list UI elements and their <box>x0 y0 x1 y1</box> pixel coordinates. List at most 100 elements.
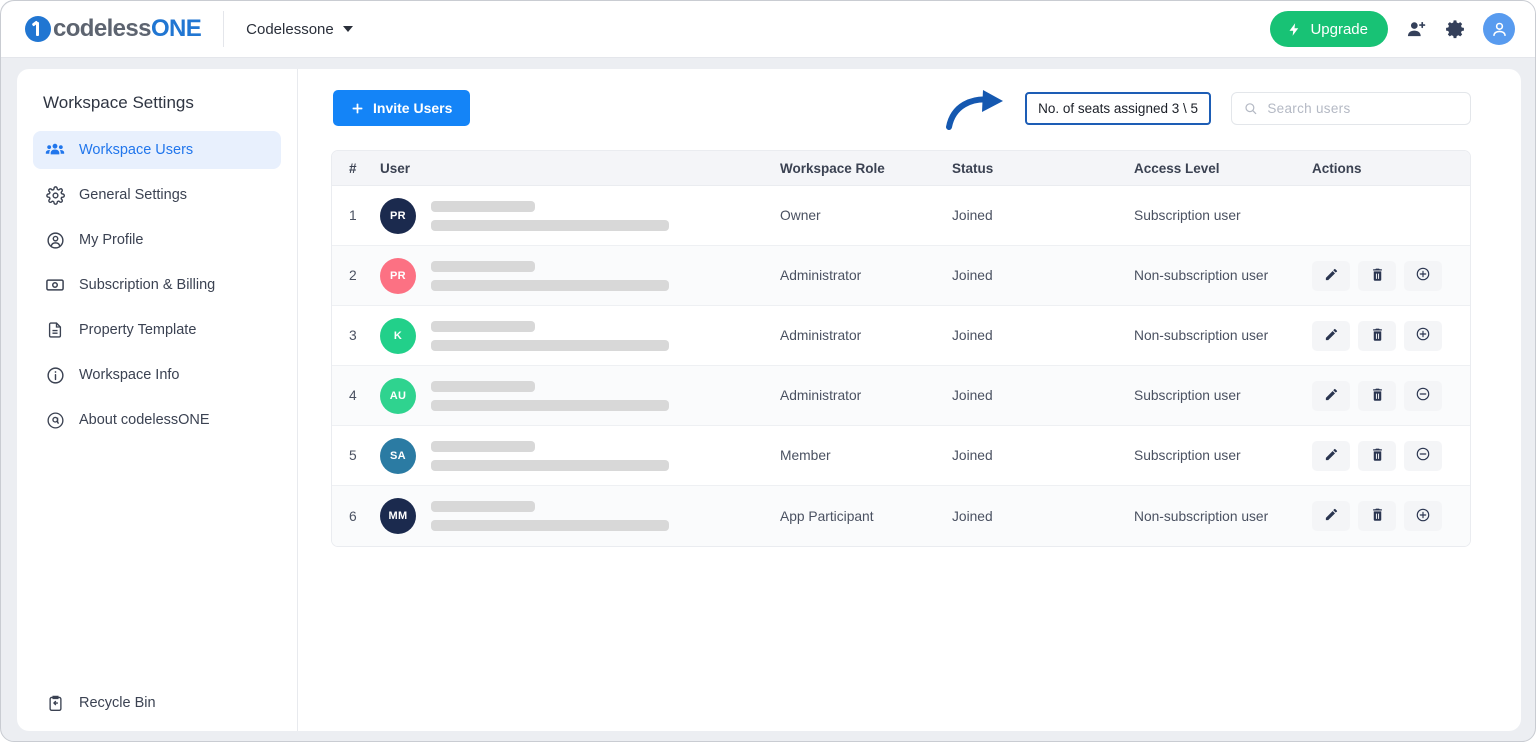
column-header-actions: Actions <box>1312 160 1362 176</box>
delete-button[interactable] <box>1358 440 1396 471</box>
delete-icon <box>1370 267 1385 285</box>
table-row[interactable]: 3 K Administrator Joined Non-subscriptio… <box>332 306 1470 366</box>
seats-assigned-label: No. of seats assigned 3 \ 5 <box>1038 100 1198 116</box>
table-row[interactable]: 5 SA Member Joined Subscription user <box>332 426 1470 486</box>
settings-icon-button[interactable] <box>1445 19 1465 39</box>
minus-circle-button[interactable] <box>1404 440 1442 471</box>
sidebar-title: Workspace Settings <box>43 93 194 112</box>
plus-circle-button[interactable] <box>1404 260 1442 291</box>
info-circle-icon <box>45 365 65 385</box>
edit-icon <box>1324 447 1339 465</box>
row-index: 2 <box>349 268 357 283</box>
top-navigation-bar: codelessONE Codelessone Upgrade <box>1 1 1535 58</box>
row-access-level: Non-subscription user <box>1134 268 1269 283</box>
row-user-cell: PR <box>380 257 780 294</box>
redacted-user-info <box>431 440 669 471</box>
row-status: Joined <box>952 208 993 223</box>
row-user-cell: SA <box>380 437 780 474</box>
avatar: K <box>380 317 416 354</box>
sidebar-item-property-template[interactable]: Property Template <box>33 311 281 349</box>
edit-button[interactable] <box>1312 440 1350 471</box>
row-access-level: Subscription user <box>1134 388 1241 403</box>
row-status: Joined <box>952 508 993 524</box>
workspace-name: Codelessone <box>246 20 334 38</box>
sidebar-item-my-profile[interactable]: My Profile <box>33 221 281 259</box>
delete-icon <box>1370 387 1385 405</box>
delete-icon <box>1370 327 1385 345</box>
row-actions <box>1312 380 1470 411</box>
sidebar-item-label: Property Template <box>79 322 197 338</box>
edit-icon <box>1324 267 1339 285</box>
delete-button[interactable] <box>1358 501 1396 531</box>
search-users-box[interactable] <box>1231 91 1471 125</box>
edit-button[interactable] <box>1312 260 1350 291</box>
row-user-cell: MM <box>380 498 780 534</box>
upgrade-button[interactable]: Upgrade <box>1270 11 1388 47</box>
chevron-down-icon <box>342 26 353 32</box>
table-row[interactable]: 4 AU Administrator Joined Subscription u… <box>332 366 1470 426</box>
delete-button[interactable] <box>1358 380 1396 411</box>
table-row[interactable]: 2 PR Administrator Joined Non-subscripti… <box>332 246 1470 306</box>
toolbar-right-group: No. of seats assigned 3 \ 5 <box>946 89 1471 130</box>
minus-circle-button[interactable] <box>1404 380 1442 411</box>
avatar: PR <box>380 257 416 294</box>
sidebar-item-general-settings[interactable]: General Settings <box>33 176 281 214</box>
sidebar-item-label: My Profile <box>79 232 144 248</box>
profile-avatar-button[interactable] <box>1483 13 1515 45</box>
row-status: Joined <box>952 388 993 403</box>
column-header-index: # <box>349 160 357 176</box>
avatar: PR <box>380 197 416 234</box>
row-access-level: Subscription user <box>1134 208 1241 223</box>
app-window: codelessONE Codelessone Upgrade Workspac… <box>0 0 1536 742</box>
delete-button[interactable] <box>1358 320 1396 351</box>
redacted-email-bar <box>431 219 669 231</box>
table-row[interactable]: 6 MM App Participant Joined Non-subscrip… <box>332 486 1470 546</box>
sidebar-item-workspace-info[interactable]: Workspace Info <box>33 356 281 394</box>
redacted-name-bar <box>431 501 535 512</box>
search-icon <box>1245 102 1257 114</box>
sidebar-item-label: About codelessONE <box>79 412 210 428</box>
delete-button[interactable] <box>1358 260 1396 291</box>
row-workspace-role: Administrator <box>780 388 862 403</box>
user-circle-icon <box>45 230 65 250</box>
sidebar-item-subscription-billing[interactable]: Subscription & Billing <box>33 266 281 304</box>
sidebar-item-label: Workspace Info <box>79 367 180 383</box>
table-row[interactable]: 1 PR Owner Joined Subscription user <box>332 186 1470 246</box>
seats-assigned-badge: No. of seats assigned 3 \ 5 <box>1025 91 1211 125</box>
plus-circle-icon <box>1415 507 1431 526</box>
minus-circle-icon <box>1415 446 1431 465</box>
redacted-name-bar <box>431 380 535 392</box>
sidebar-item-recycle-bin[interactable]: Recycle Bin <box>33 693 156 713</box>
minus-circle-icon <box>1415 386 1431 405</box>
plus-circle-icon <box>1415 326 1431 345</box>
plus-circle-button[interactable] <box>1404 320 1442 351</box>
sidebar-item-label: Workspace Users <box>79 142 194 158</box>
gear-icon <box>45 185 65 205</box>
column-header-role: Workspace Role <box>780 160 885 176</box>
main-content: Invite Users No. of seats assigned 3 \ 5 <box>298 69 1521 731</box>
row-actions <box>1312 501 1470 531</box>
invite-users-button[interactable]: Invite Users <box>333 90 471 126</box>
add-user-icon-button[interactable] <box>1406 19 1427 40</box>
sidebar-item-about-codelessone[interactable]: About codelessONE <box>33 401 281 439</box>
redacted-user-info <box>431 380 669 411</box>
avatar: SA <box>380 437 416 474</box>
row-access-level: Non-subscription user <box>1134 328 1269 343</box>
edit-button[interactable] <box>1312 320 1350 351</box>
edit-button[interactable] <box>1312 501 1350 531</box>
brand-logo[interactable]: codelessONE <box>25 15 202 43</box>
row-index: 1 <box>349 208 357 223</box>
edit-button[interactable] <box>1312 380 1350 411</box>
search-input[interactable] <box>1267 100 1458 116</box>
at-circle-icon <box>45 410 65 430</box>
row-workspace-role: Member <box>780 448 831 463</box>
topbar-actions: Upgrade <box>1270 11 1515 47</box>
table-header-row: # User Workspace Role Status Access Leve… <box>332 151 1470 186</box>
settings-sidebar: Workspace Settings Workspace Users Gener… <box>17 69 298 731</box>
plus-circle-button[interactable] <box>1404 501 1442 531</box>
sidebar-item-workspace-users[interactable]: Workspace Users <box>33 131 281 169</box>
redacted-name-bar <box>431 260 535 272</box>
annotation-arrow-icon <box>946 89 1004 130</box>
workspace-switcher[interactable]: Codelessone <box>246 21 353 38</box>
profile-avatar-icon <box>1492 22 1506 36</box>
